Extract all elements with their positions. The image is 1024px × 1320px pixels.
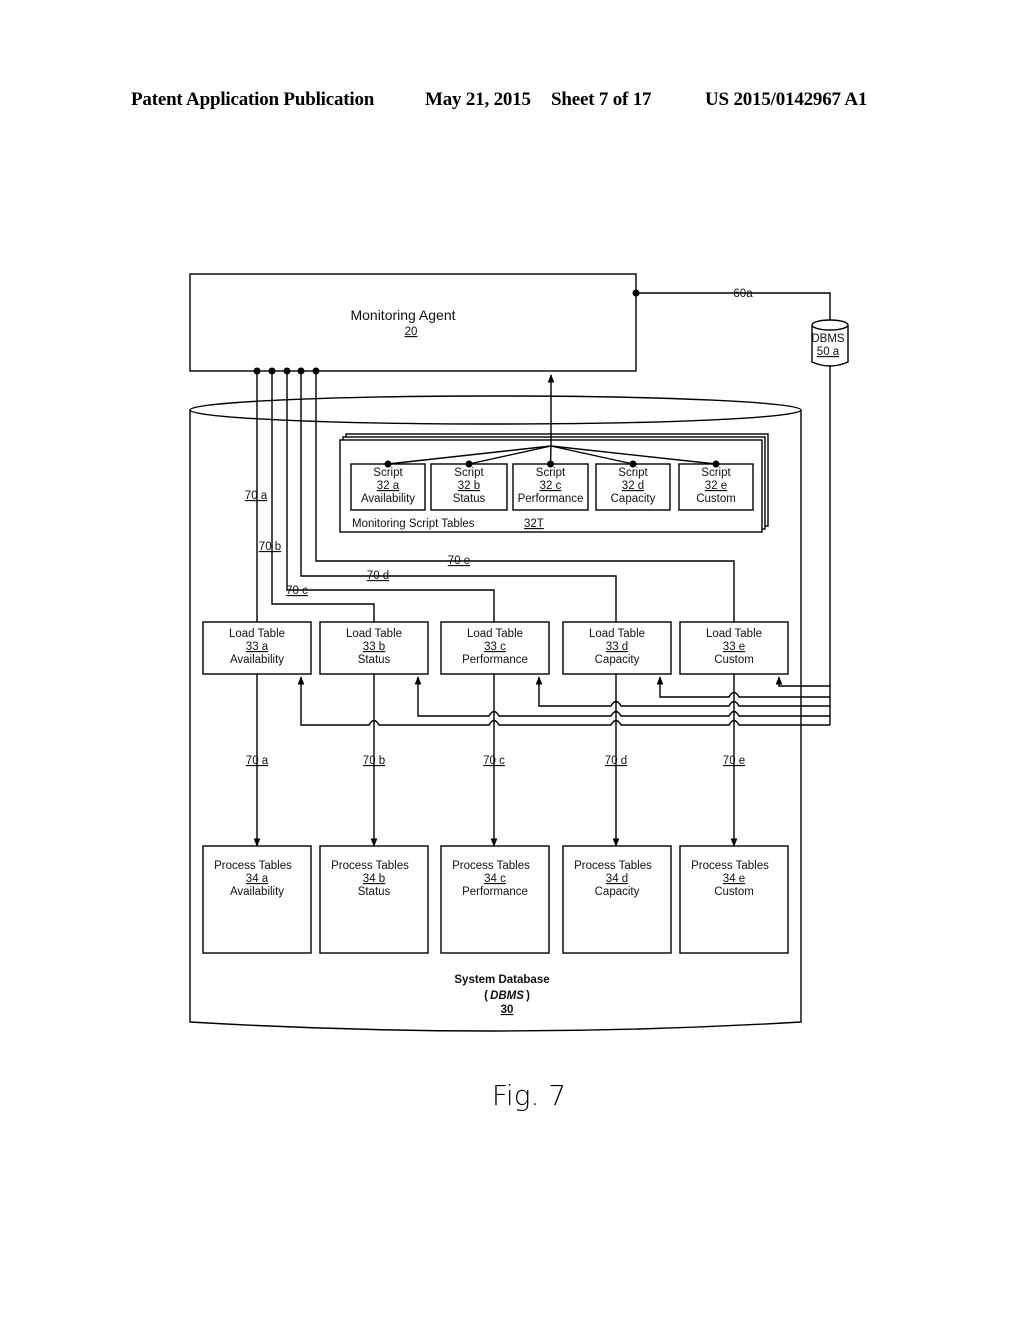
process-table-ref: 34 a	[246, 873, 269, 885]
load-table-0[interactable]: Load Table33 aAvailability	[202, 621, 312, 675]
script-box-2[interactable]: Script32 cPerformance	[512, 463, 589, 511]
script-ref: 32 a	[377, 480, 400, 492]
script-box-0[interactable]: Script32 aAvailability	[350, 463, 426, 511]
monitoring-agent-box[interactable]: Monitoring Agent 20	[189, 273, 637, 372]
process-table-title: Process Tables	[331, 860, 409, 872]
load-table-title: Load Table	[589, 628, 645, 640]
script-ref: 32 c	[540, 480, 562, 492]
connector-label-upper: 70 e	[448, 555, 470, 567]
connector-label-lower: 70 c	[483, 755, 505, 767]
connector-label-lower: 70 d	[605, 755, 627, 767]
dbms-feedback-line	[297, 676, 830, 726]
script-connector-dot	[712, 460, 720, 468]
link-60a-label: 60a	[733, 288, 753, 300]
script-box-3[interactable]: Script32 dCapacity	[595, 463, 671, 511]
process-table-kind: Custom	[714, 886, 754, 898]
load-table-4[interactable]: Load Table33 eCustom	[679, 621, 789, 675]
connector-label-upper: 70 a	[245, 490, 268, 502]
process-table-ref: 34 d	[606, 873, 628, 885]
system-database-ref: 30	[501, 1004, 514, 1016]
script-connector-dot	[384, 460, 392, 468]
load-table-kind: Availability	[230, 654, 284, 666]
script-connector-dot	[629, 460, 637, 468]
script-connector-dot	[547, 460, 554, 468]
load-table-title: Load Table	[467, 628, 523, 640]
script-kind: Availability	[361, 493, 415, 505]
process-table-3[interactable]: Process Tables34 dCapacity	[562, 845, 672, 954]
script-ref: 32 e	[705, 480, 727, 492]
process-table-2[interactable]: Process Tables34 cPerformance	[440, 845, 550, 954]
system-database-title: System Database	[454, 974, 549, 986]
load-table-title: Load Table	[346, 628, 402, 640]
monitoring-agent-ref: 20	[405, 326, 418, 338]
process-table-0[interactable]: Process Tables34 aAvailability	[202, 845, 312, 954]
diagram-canvas: Monitoring Agent 20 60a DBMS 50 a Monito…	[189, 273, 849, 1112]
load-table-1[interactable]: Load Table33 bStatus	[319, 621, 429, 675]
script-tables-ref: 32T	[524, 518, 544, 530]
process-table-title: Process Tables	[574, 860, 652, 872]
load-table-ref: 33 b	[363, 641, 385, 653]
system-database-paren-open: (	[484, 990, 488, 1002]
load-table-kind: Custom	[714, 654, 754, 666]
load-table-ref: 33 d	[606, 641, 628, 653]
dbms-feedback-line	[656, 676, 830, 698]
connector-label-lower: 70 a	[246, 755, 269, 767]
script-kind: Custom	[696, 493, 736, 505]
process-table-4[interactable]: Process Tables34 eCustom	[679, 845, 789, 954]
connector-label-upper: 70 d	[367, 570, 389, 582]
dbms-50a-ref: 50 a	[817, 346, 840, 358]
monitoring-agent-title: Monitoring Agent	[350, 307, 455, 323]
link-60a: 60a	[632, 288, 831, 322]
script-tables-title: Monitoring Script Tables	[352, 518, 475, 530]
script-box-1[interactable]: Script32 bStatus	[430, 463, 508, 511]
process-table-ref: 34 e	[723, 873, 745, 885]
system-database-paren-close: )	[526, 990, 530, 1002]
dbms-50a-title: DBMS	[811, 333, 845, 345]
load-table-kind: Status	[358, 654, 391, 666]
load-table-ref: 33 e	[723, 641, 745, 653]
load-table-kind: Performance	[462, 654, 528, 666]
load-table-3[interactable]: Load Table33 dCapacity	[562, 621, 672, 675]
process-table-kind: Performance	[462, 886, 528, 898]
process-table-ref: 34 b	[363, 873, 385, 885]
connector-label-lower: 70 e	[723, 755, 745, 767]
dbms-feedback-line	[775, 676, 830, 687]
process-table-1[interactable]: Process Tables34 bStatus	[319, 845, 429, 954]
script-title: Script	[454, 467, 484, 479]
script-title: Script	[701, 467, 731, 479]
process-table-kind: Capacity	[595, 886, 640, 898]
script-kind: Performance	[518, 493, 584, 505]
figure-caption: Fig. 7	[492, 1079, 566, 1112]
process-table-title: Process Tables	[214, 860, 292, 872]
load-table-kind: Capacity	[595, 654, 640, 666]
connector-label-upper: 70 b	[259, 541, 281, 553]
load-table-title: Load Table	[706, 628, 762, 640]
connector-label-upper: 70 c	[286, 585, 308, 597]
script-title: Script	[373, 467, 403, 479]
connector-label-lower: 70 b	[363, 755, 385, 767]
script-box-4[interactable]: Script32 eCustom	[678, 463, 754, 511]
dbms-50a-cylinder[interactable]: DBMS 50 a	[811, 319, 849, 367]
system-database-subtitle: DBMS	[490, 990, 524, 1002]
process-table-title: Process Tables	[452, 860, 530, 872]
process-table-ref: 34 c	[484, 873, 506, 885]
load-table-ref: 33 c	[484, 641, 506, 653]
process-table-kind: Status	[358, 886, 391, 898]
load-table-title: Load Table	[229, 628, 285, 640]
process-table-kind: Availability	[230, 886, 284, 898]
script-ref: 32 b	[458, 480, 480, 492]
script-kind: Status	[453, 493, 486, 505]
script-kind: Capacity	[611, 493, 656, 505]
load-table-ref: 33 a	[246, 641, 269, 653]
dbms-feedback-line	[535, 676, 830, 707]
script-title: Script	[618, 467, 648, 479]
script-ref: 32 d	[622, 480, 644, 492]
script-title: Script	[536, 467, 566, 479]
script-connector-dot	[465, 460, 473, 468]
load-table-2[interactable]: Load Table33 cPerformance	[440, 621, 550, 675]
process-table-title: Process Tables	[691, 860, 769, 872]
